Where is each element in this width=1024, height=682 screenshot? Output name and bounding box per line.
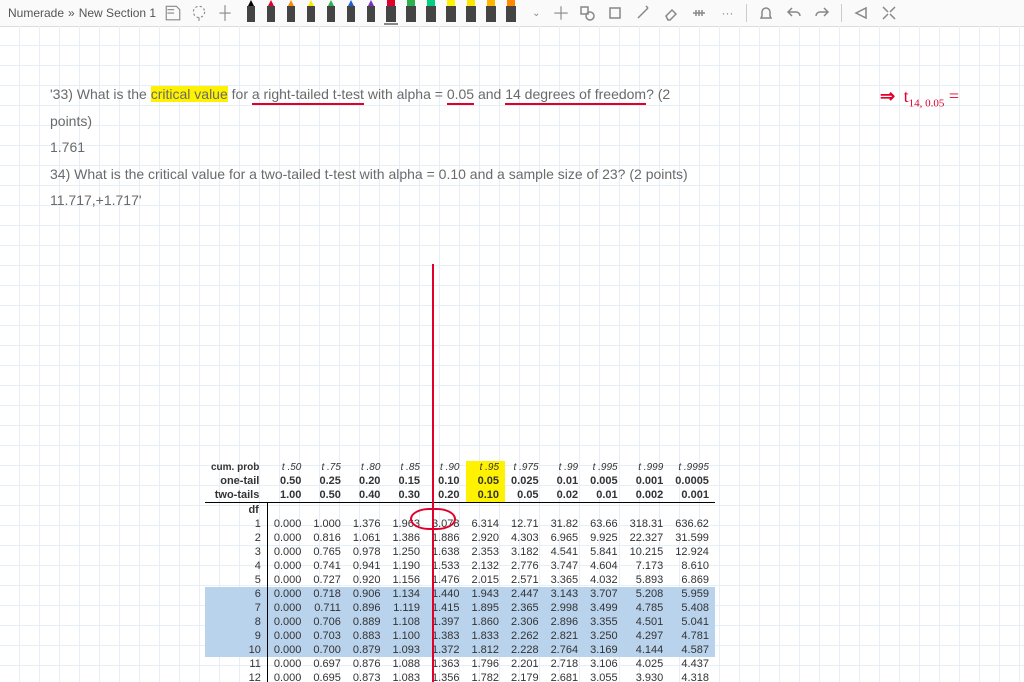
undo-icon[interactable] [785, 4, 803, 22]
crop-icon[interactable] [606, 4, 624, 22]
question-33: '33) What is the critical value for a ri… [50, 81, 880, 134]
q33-ul-df: 14 degrees of freedom [505, 86, 646, 105]
highlighter-fff200[interactable] [442, 0, 460, 22]
q33-text: '33) What is the [50, 86, 151, 102]
table-row: 90.0000.7030.8831.1001.3831.8332.2622.82… [205, 629, 715, 643]
pen-2bb24c[interactable] [322, 0, 340, 22]
highlighter-ffe600[interactable] [462, 0, 480, 22]
table-row: 40.0000.7410.9411.1901.5332.1322.7763.74… [205, 559, 715, 573]
breadcrumb-root[interactable]: Numerade [8, 6, 64, 20]
table-row: 50.0000.7270.9201.1561.4762.0152.5713.36… [205, 573, 715, 587]
magic-icon[interactable] [634, 4, 652, 22]
breadcrumb-section[interactable]: New Section 1 [79, 6, 156, 20]
breadcrumb[interactable]: Numerade » New Section 1 [8, 6, 156, 20]
shapes-icon[interactable] [578, 4, 596, 22]
highlighter-ffb400[interactable] [482, 0, 500, 22]
q34-answer: 11.717,+1.717' [50, 187, 880, 214]
marker-palette [242, 0, 520, 26]
pen-ff8a00[interactable] [282, 0, 300, 22]
table-row: 100.0000.7000.8791.0931.3721.8122.2282.7… [205, 643, 715, 657]
text-tool-icon[interactable] [164, 4, 182, 22]
share-icon[interactable] [852, 4, 870, 22]
marker-dropdown-icon[interactable]: ⌄ [528, 8, 544, 19]
pen-1e5fd8[interactable] [342, 0, 360, 22]
highlighter-2bb24c[interactable] [402, 0, 420, 22]
bell-icon[interactable] [757, 4, 775, 22]
pen-000[interactable] [242, 0, 260, 22]
pen-ffe600[interactable] [302, 0, 320, 22]
pen-7b2ec6[interactable] [362, 0, 380, 22]
table-row: 60.0000.7180.9061.1341.4401.9432.4473.14… [205, 587, 715, 601]
arrow-icon: ⇒ [880, 86, 895, 106]
pen-e0002a[interactable] [262, 0, 280, 22]
question-34: 34) What is the critical value for a two… [50, 161, 880, 188]
divider-icon[interactable] [216, 4, 234, 22]
redo-icon[interactable] [813, 4, 831, 22]
collapse-icon[interactable] [880, 4, 898, 22]
breadcrumb-sep: » [68, 6, 75, 20]
highlighter-e0002a[interactable] [382, 0, 400, 22]
right-tools: ··· [578, 4, 898, 22]
q33-answer: 1.761 [50, 134, 880, 161]
canvas-sheet[interactable]: '33) What is the critical value for a ri… [0, 26, 1024, 682]
question-block: '33) What is the critical value for a ri… [50, 81, 880, 214]
table-row: 120.0000.6950.8731.0831.3561.7822.1792.6… [205, 671, 715, 682]
more-icon[interactable]: ··· [718, 4, 736, 22]
table-row: 70.0000.7110.8961.1191.4151.8952.3652.99… [205, 601, 715, 615]
highlighter-ff8a00[interactable] [502, 0, 520, 22]
table-row: 110.0000.6970.8761.0881.3631.7962.2012.7… [205, 657, 715, 671]
add-icon[interactable] [552, 4, 570, 22]
q33-ul-alpha: 0.05 [447, 86, 474, 105]
red-circle-highlight [410, 508, 456, 530]
table-row: 80.0000.7060.8891.1081.3971.8602.3062.89… [205, 615, 715, 629]
highlighter-00d084[interactable] [422, 0, 440, 22]
table-row: 10.0001.0001.3761.9633.0786.31412.7131.8… [205, 517, 715, 531]
q33-highlight: critical value [151, 86, 228, 102]
ruler-icon[interactable] [690, 4, 708, 22]
top-toolbar: Numerade » New Section 1 ⌄ ··· [0, 0, 1024, 27]
q33-ul-test: a right-tailed t-test [252, 86, 364, 105]
handwriting-formula: ⇒ t14, 0.05 = [880, 86, 959, 110]
table-row: 20.0000.8161.0611.3861.8862.9204.3036.96… [205, 531, 715, 545]
eraser-icon[interactable] [662, 4, 680, 22]
lasso-icon[interactable] [190, 4, 208, 22]
red-vertical-line [432, 264, 434, 682]
t-distribution-table: cum. probt .50t .75t .80t .85t .90t .95t… [205, 461, 715, 682]
table-row: 30.0000.7650.9781.2501.6382.3533.1824.54… [205, 545, 715, 559]
